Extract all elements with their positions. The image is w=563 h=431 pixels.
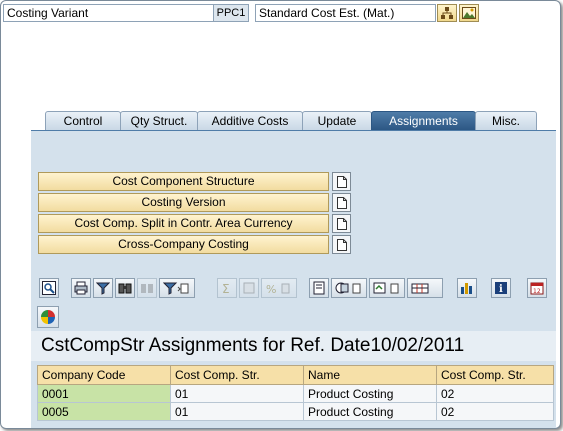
tab-control[interactable]: Control <box>45 111 121 130</box>
tab-misc[interactable]: Misc. <box>475 111 537 130</box>
document-icon[interactable] <box>332 172 351 191</box>
image-icon <box>462 7 476 19</box>
costing-version-button[interactable]: Costing Version <box>38 193 329 212</box>
cost-comp-str-cell[interactable]: 01 <box>170 402 304 421</box>
svg-text:i: i <box>499 284 503 295</box>
layout-icon[interactable] <box>407 278 443 298</box>
tab-assignments[interactable]: Assignments <box>371 111 476 130</box>
assignments-panel: Cost Component Structure Costing Version… <box>31 130 556 428</box>
details-icon[interactable] <box>39 278 59 298</box>
tab-update[interactable]: Update <box>302 111 372 130</box>
find-next-icon[interactable] <box>137 278 157 298</box>
graphic-icon[interactable] <box>457 278 477 298</box>
hierarchy-button[interactable] <box>437 4 457 22</box>
svg-text:Σ: Σ <box>222 282 230 295</box>
find-icon[interactable] <box>115 278 135 298</box>
set-filter-icon[interactable] <box>159 278 195 298</box>
column-header-company-code[interactable]: Company Code <box>37 365 171 385</box>
filter-icon[interactable] <box>93 278 113 298</box>
calendar-icon[interactable]: 12 <box>527 278 547 298</box>
document-icon[interactable] <box>332 193 351 212</box>
costing-variant-label: Costing Variant <box>3 4 216 22</box>
assignments-table: Company Code Cost Comp. Str. Name Cost C… <box>37 365 554 421</box>
table-header-row: Company Code Cost Comp. Str. Name Cost C… <box>37 365 554 385</box>
costing-variant-description-field[interactable]: Standard Cost Est. (Mat.) <box>255 4 436 22</box>
name-cell[interactable]: Product Costing <box>303 384 437 403</box>
costing-variant-code-field[interactable]: PPC1 <box>213 4 249 22</box>
color-legend-button[interactable] <box>37 306 59 328</box>
tab-strip: Control Qty Struct. Additive Costs Updat… <box>31 111 556 131</box>
sum-icon[interactable]: Σ <box>217 278 237 298</box>
company-code-cell[interactable]: 0005 <box>37 402 171 421</box>
alv-toolbar: Σ % i 12 <box>37 278 556 300</box>
export-icon[interactable] <box>331 278 367 298</box>
alv-title: CstCompStr Assignments for Ref. Date10/0… <box>31 331 556 361</box>
cost-comp-split-button[interactable]: Cost Comp. Split in Contr. Area Currency <box>38 214 329 233</box>
color-wheel-icon <box>41 310 55 324</box>
document-icon[interactable] <box>332 214 351 233</box>
cost-comp-str-2-cell[interactable]: 02 <box>436 384 554 403</box>
subtotal-icon[interactable] <box>239 278 259 298</box>
svg-text:%: % <box>266 283 276 295</box>
cross-company-costing-button[interactable]: Cross-Company Costing <box>38 235 329 254</box>
image-button[interactable] <box>459 4 479 22</box>
print-icon[interactable] <box>71 278 91 298</box>
column-header-cost-comp-str[interactable]: Cost Comp. Str. <box>170 365 304 385</box>
print-preview-icon[interactable] <box>309 278 329 298</box>
hierarchy-icon <box>441 7 453 19</box>
info-icon[interactable]: i <box>491 278 511 298</box>
cost-comp-str-2-cell[interactable]: 02 <box>436 402 554 421</box>
svg-text:12: 12 <box>533 288 541 295</box>
column-header-name[interactable]: Name <box>303 365 437 385</box>
name-cell[interactable]: Product Costing <box>303 402 437 421</box>
column-header-cost-comp-str-2[interactable]: Cost Comp. Str. <box>436 365 554 385</box>
table-row[interactable]: 0005 01 Product Costing 02 <box>37 402 554 421</box>
send-icon[interactable] <box>369 278 405 298</box>
company-code-cell[interactable]: 0001 <box>37 384 171 403</box>
document-icon[interactable] <box>332 235 351 254</box>
table-row[interactable]: 0001 01 Product Costing 02 <box>37 384 554 403</box>
cost-component-structure-button[interactable]: Cost Component Structure <box>38 172 329 191</box>
tab-additive-costs[interactable]: Additive Costs <box>197 111 303 130</box>
percent-icon[interactable]: % <box>261 278 297 298</box>
tab-qty-struct[interactable]: Qty Struct. <box>120 111 198 130</box>
sap-window: Costing Variant PPC1 Standard Cost Est. … <box>0 0 561 429</box>
cost-comp-str-cell[interactable]: 01 <box>170 384 304 403</box>
